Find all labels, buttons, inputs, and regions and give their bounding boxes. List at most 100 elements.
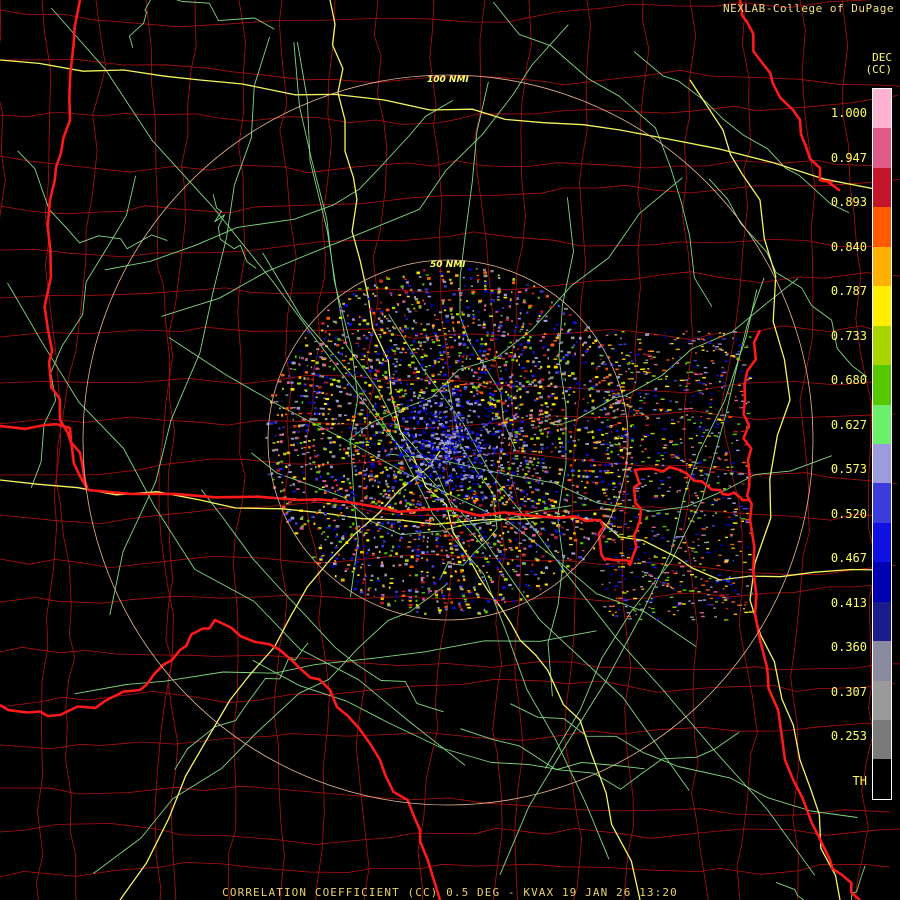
echo-pixel [445,582,449,585]
echo-pixel [529,525,534,529]
echo-pixel [649,601,653,604]
echo-pixel [296,488,300,490]
echo-pixel [620,413,623,416]
echo-pixel [273,463,276,465]
echo-pixel [375,546,379,549]
echo-pixel [536,480,539,483]
echo-pixel [598,381,601,384]
echo-pixel [724,451,729,454]
echo-pixel [362,389,366,392]
echo-pixel [375,474,379,478]
echo-pixel [598,416,601,419]
echo-pixel [475,459,478,461]
echo-pixel [673,338,677,341]
echo-pixel [706,548,710,550]
echo-pixel [343,387,347,389]
echo-pixel [356,525,361,528]
echo-pixel [640,478,646,480]
echo-pixel [682,500,686,503]
echo-pixel [484,465,488,467]
echo-pixel [442,387,445,390]
echo-pixel [364,381,368,384]
echo-pixel [502,532,505,535]
echo-pixel [733,511,737,513]
echo-pixel [448,330,451,332]
echo-pixel [741,518,746,520]
echo-pixel [406,482,409,485]
echo-pixel [498,550,502,553]
echo-pixel [674,517,678,519]
echo-pixel [353,539,357,542]
county-line [0,155,882,174]
echo-pixel [669,441,673,444]
echo-pixel [604,463,608,467]
echo-pixel [335,336,338,339]
echo-pixel [615,361,619,363]
echo-pixel [652,566,657,568]
echo-pixel [339,444,342,447]
echo-pixel [412,348,416,351]
echo-pixel [497,357,502,359]
radar-map[interactable]: 50 NMI 100 NMI [0,0,900,900]
echo-pixel [691,618,696,621]
echo-pixel [428,365,432,367]
echo-pixel [566,494,569,497]
echo-pixel [532,380,535,382]
echo-pixel [387,604,391,607]
echo-pixel [613,541,617,543]
echo-pixel [502,307,504,309]
echo-pixel [369,456,374,458]
echo-pixel [469,421,473,424]
echo-pixel [391,486,395,489]
echo-pixel [435,533,440,536]
echo-pixel [404,291,408,294]
echo-pixel [371,459,375,461]
echo-pixel [462,331,466,334]
county-line [145,0,176,900]
echo-pixel [620,337,622,339]
echo-pixel [605,472,610,474]
echo-pixel [384,360,388,362]
echo-pixel [390,450,393,454]
echo-pixel [708,577,712,580]
echo-pixel [429,453,432,457]
echo-pixel [641,451,644,453]
minor-highway [109,37,270,616]
echo-pixel [598,464,602,466]
echo-pixel [498,499,501,502]
colorbar-segment [873,562,891,602]
echo-pixel [634,610,637,612]
echo-pixel [298,412,303,415]
echo-pixel [679,528,683,530]
echo-pixel [511,471,515,475]
echo-pixel [417,396,420,400]
echo-pixel [321,432,325,435]
echo-pixel [289,368,293,370]
echo-pixel [373,284,376,287]
echo-pixel [712,350,715,352]
echo-pixel [495,566,499,569]
colorbar-segment [873,720,891,760]
echo-pixel [317,465,320,468]
echo-pixel [653,535,657,537]
echo-pixel [410,361,415,364]
echo-pixel [281,413,284,417]
echo-pixel [554,529,559,533]
echo-pixel [450,282,453,285]
echo-pixel [433,484,436,487]
echo-pixel [737,350,740,353]
echo-pixel [290,388,295,391]
echo-pixel [706,350,709,352]
echo-pixel [459,422,461,426]
echo-pixel [397,470,401,474]
echo-pixel [542,336,545,339]
echo-pixel [694,587,698,589]
echo-pixel [677,489,682,492]
echo-pixel [366,539,370,542]
echo-pixel [521,366,526,369]
echo-pixel [565,459,567,461]
echo-pixel [703,366,708,369]
echo-pixel [361,441,365,444]
echo-pixel [465,549,467,552]
echo-pixel [682,428,686,430]
